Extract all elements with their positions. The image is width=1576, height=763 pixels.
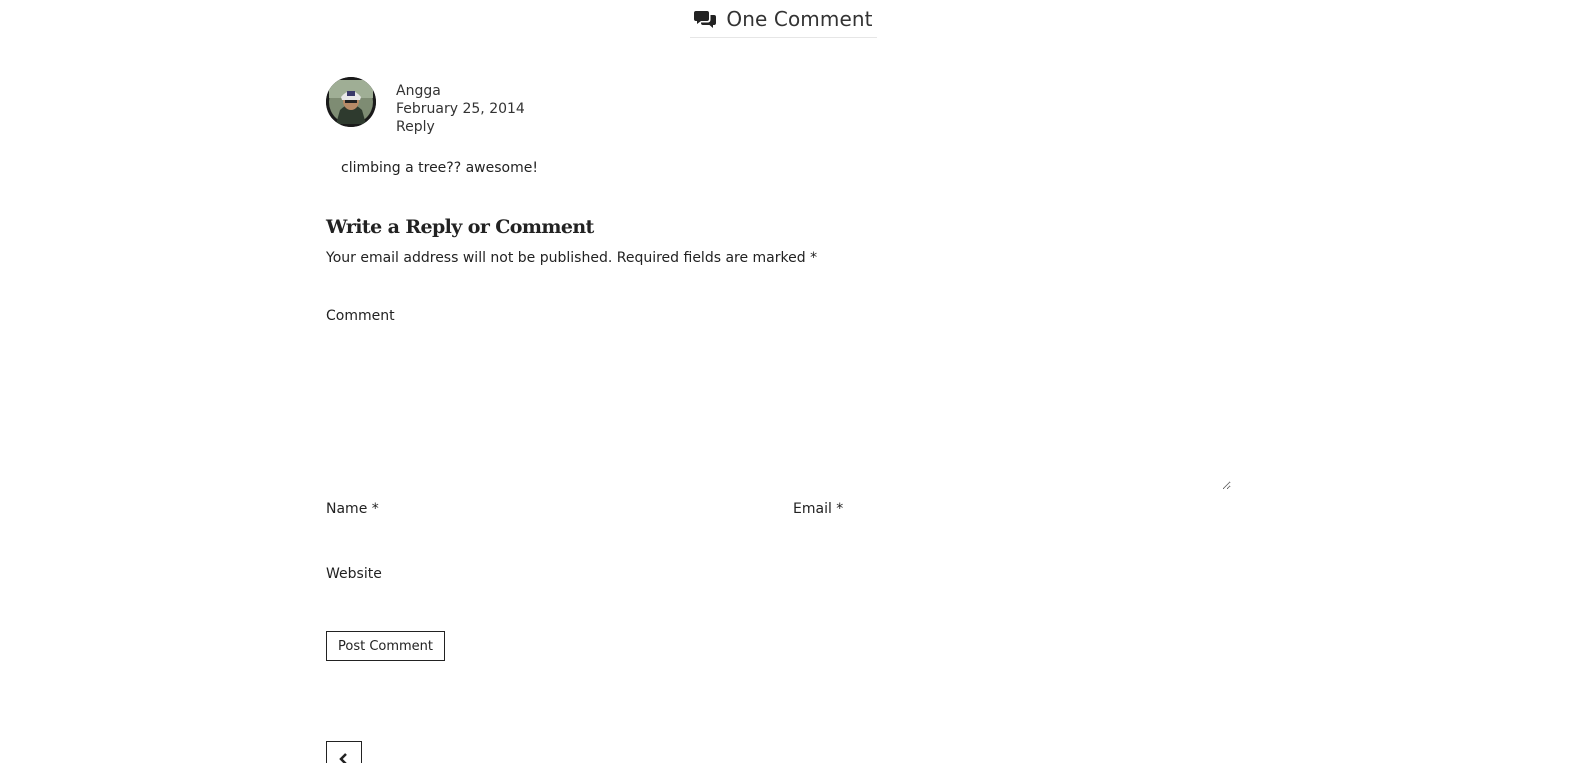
avatar bbox=[326, 77, 376, 127]
comments-header: One Comment bbox=[690, 0, 877, 38]
reply-link[interactable]: Reply bbox=[396, 118, 525, 136]
name-input[interactable] bbox=[326, 524, 766, 546]
website-input[interactable] bbox=[326, 589, 1231, 611]
comment-author[interactable]: Angga bbox=[396, 82, 525, 100]
comment-date[interactable]: February 25, 2014 bbox=[396, 100, 525, 118]
reply-form-title: Write a Reply or Comment bbox=[326, 216, 594, 238]
website-label: Website bbox=[326, 566, 382, 582]
chevron-left-icon bbox=[339, 750, 349, 763]
comments-title: One Comment bbox=[726, 6, 873, 31]
form-notes: Your email address will not be published… bbox=[326, 250, 818, 266]
comment-meta: Angga February 25, 2014 Reply bbox=[396, 82, 525, 136]
name-label: Name * bbox=[326, 501, 379, 517]
previous-post-button[interactable] bbox=[326, 741, 362, 763]
email-label: Email * bbox=[793, 501, 844, 517]
email-input[interactable] bbox=[793, 524, 1231, 546]
post-comment-button[interactable]: Post Comment bbox=[326, 631, 445, 661]
comment-text: climbing a tree?? awesome! bbox=[341, 160, 538, 176]
comment-label: Comment bbox=[326, 308, 395, 324]
comments-icon bbox=[694, 10, 717, 28]
comment-textarea[interactable] bbox=[326, 336, 1231, 490]
comments-section: One Comment Angga February 25, 2014 Repl… bbox=[0, 0, 1576, 763]
